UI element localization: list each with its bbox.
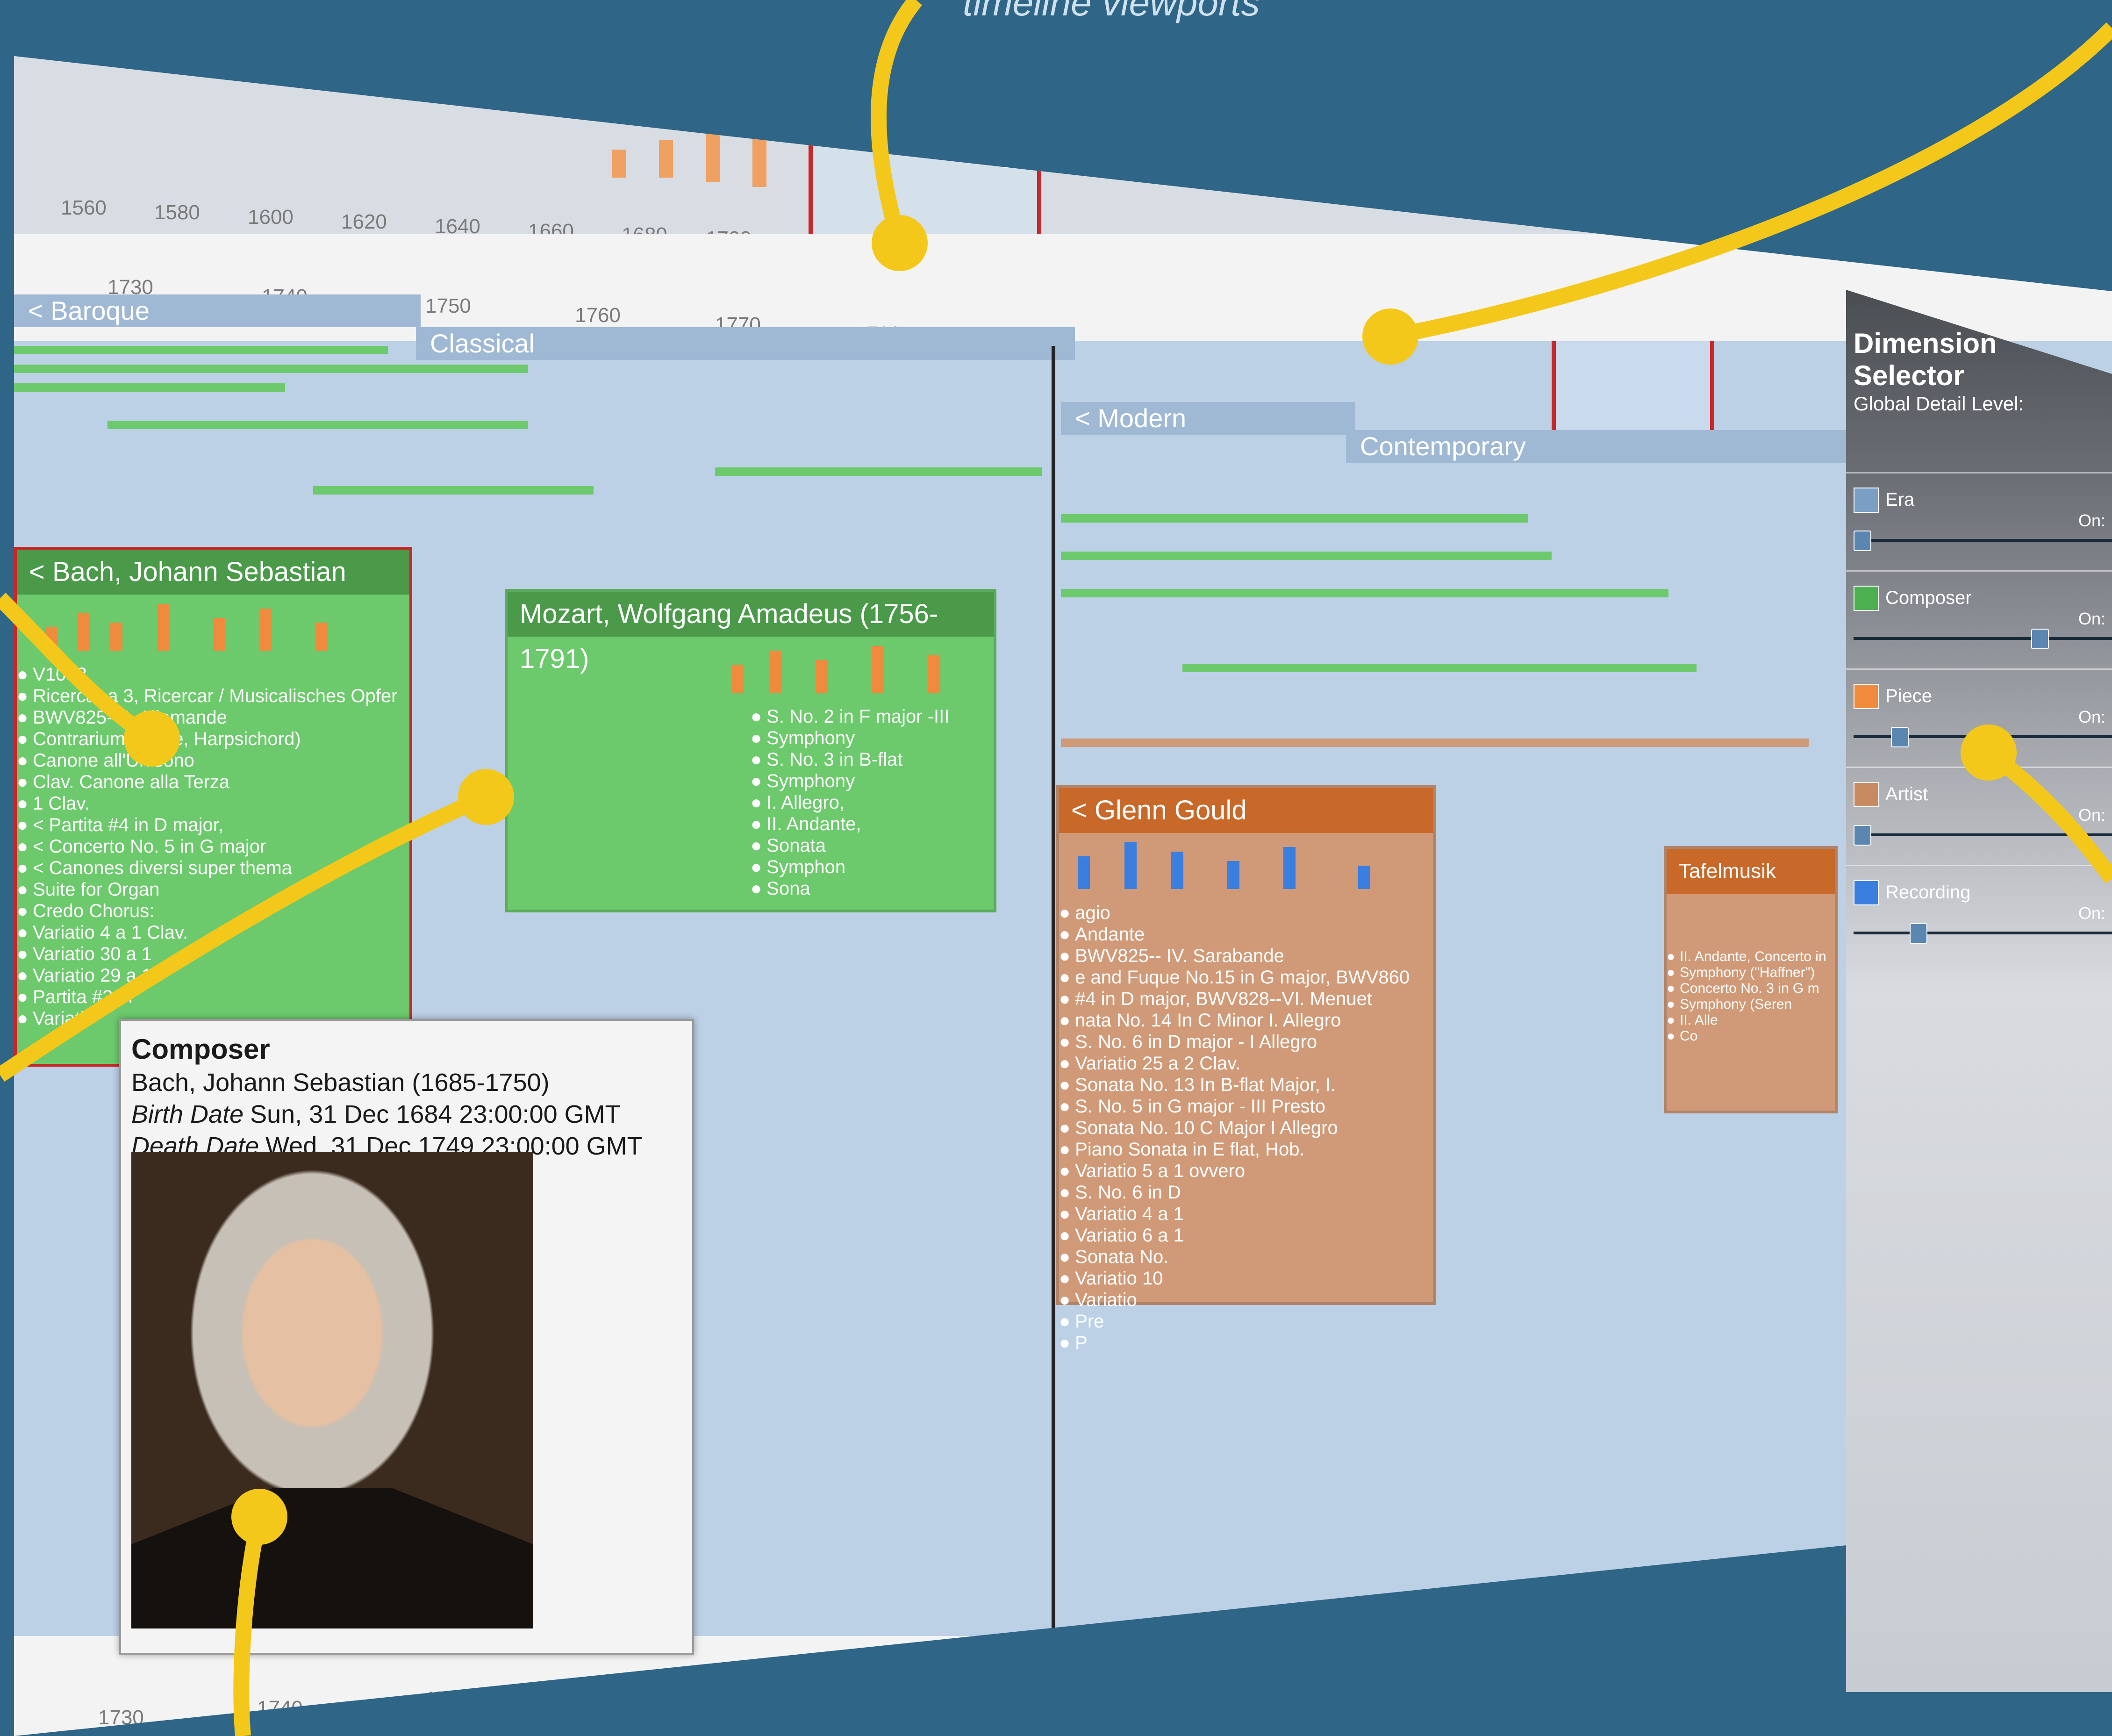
callout-dot: [231, 1489, 287, 1545]
screenshot-stage: timeline viewports 1560 1580 1600 1620 1…: [0, 0, 2112, 1736]
callout-dot: [1961, 725, 2017, 781]
callout-dot: [124, 710, 180, 767]
callout-dot: [1362, 308, 1418, 365]
callout-dot: [458, 769, 514, 825]
callout-overlay: [0, 0, 2112, 1736]
callout-dot: [872, 215, 928, 271]
